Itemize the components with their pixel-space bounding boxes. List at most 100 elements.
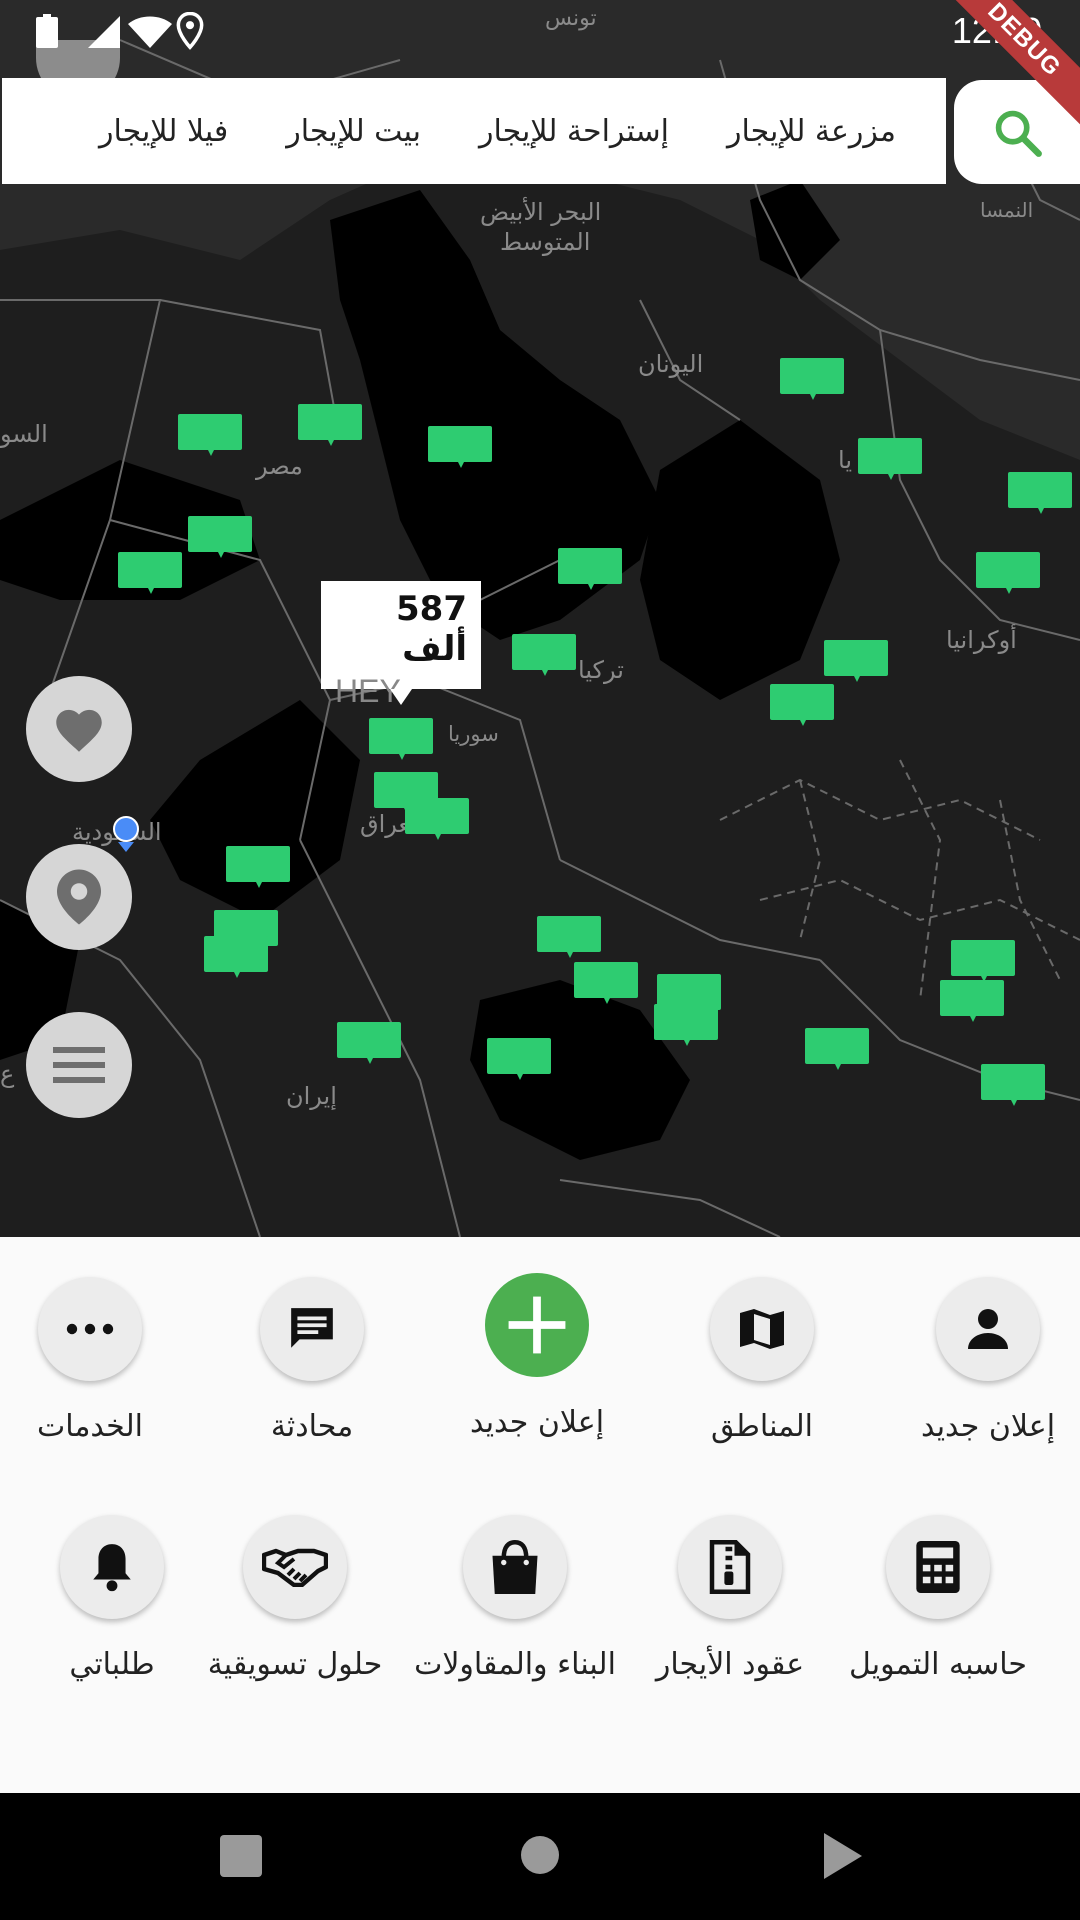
- map-marker[interactable]: [428, 426, 492, 468]
- tab-farm-rent[interactable]: مزرعة للإيجار: [727, 114, 896, 149]
- tab-rest-house-rent[interactable]: إستراحة للإيجار: [479, 114, 669, 149]
- map-marker[interactable]: [976, 552, 1040, 594]
- map-marker[interactable]: [118, 552, 182, 594]
- action-label: حلول تسويقية: [207, 1647, 383, 1682]
- map-marker[interactable]: [1008, 472, 1072, 514]
- cellular-signal-icon: [88, 16, 120, 48]
- status-bar: 12:30: [0, 0, 1080, 62]
- action-circle: [463, 1515, 567, 1619]
- actions-panel: إعلان جديد المناطق إعلان جديد محادثة الخ…: [0, 1237, 1080, 1793]
- calculator-icon: [916, 1541, 960, 1593]
- map-marker[interactable]: [512, 634, 576, 676]
- wifi-icon: [128, 16, 172, 48]
- map-label-syria: سوريا: [448, 722, 499, 746]
- recents-button-icon[interactable]: [220, 1835, 262, 1877]
- map-marker[interactable]: [204, 936, 268, 978]
- map-view[interactable]: تونس البحر الأبيض المتوسط اليونان مصر تر…: [0, 0, 1080, 1237]
- action-label: إعلان جديد: [920, 1409, 1056, 1444]
- map-marker[interactable]: [951, 940, 1015, 982]
- map-marker[interactable]: [226, 846, 290, 888]
- action-regions[interactable]: المناطق: [672, 1277, 852, 1444]
- action-add-listing[interactable]: إعلان جديد: [447, 1273, 627, 1440]
- map-label-iran: إيران: [286, 1082, 337, 1110]
- map-marker[interactable]: [940, 980, 1004, 1022]
- plus-icon: [508, 1296, 566, 1354]
- marker-info-popup[interactable]: 587 ألف HEY: [321, 581, 481, 709]
- user-location-arrow: [118, 842, 134, 852]
- map-label-egypt: مصر: [256, 452, 303, 480]
- map-marker[interactable]: [858, 438, 922, 480]
- heart-icon: [56, 709, 102, 752]
- action-circle: [243, 1515, 347, 1619]
- map-label-partial-3: ع: [0, 1060, 15, 1088]
- person-icon: [968, 1309, 1008, 1349]
- map-marker[interactable]: [487, 1038, 551, 1080]
- map-label-partial-2: يا: [838, 446, 852, 474]
- map-marker[interactable]: [405, 798, 469, 840]
- action-label: الخدمات: [36, 1409, 144, 1444]
- system-nav-bar: [0, 1793, 1080, 1920]
- map-marker[interactable]: [178, 414, 242, 456]
- popup-price: 587 ألف: [396, 589, 467, 669]
- map-marker[interactable]: [981, 1064, 1045, 1106]
- map-marker[interactable]: [298, 404, 362, 446]
- location-status-icon: [176, 12, 204, 50]
- shopping-bag-icon: [492, 1540, 538, 1594]
- action-label: البناء والمقاولات: [414, 1647, 616, 1682]
- tab-villa-rent[interactable]: فيلا للإيجار: [99, 114, 228, 149]
- map-marker[interactable]: [780, 358, 844, 400]
- bell-icon: [93, 1544, 131, 1592]
- action-rental-contracts[interactable]: عقود الأيجار: [640, 1515, 820, 1682]
- action-label: المناطق: [711, 1409, 813, 1444]
- map-marker[interactable]: [558, 548, 622, 590]
- map-marker[interactable]: [337, 1022, 401, 1064]
- favorites-button[interactable]: [26, 676, 132, 782]
- map-label-mediterranean-1: البحر الأبيض: [480, 198, 602, 226]
- battery-icon: [36, 14, 58, 48]
- back-button-icon[interactable]: [822, 1833, 862, 1879]
- action-circle: [260, 1277, 364, 1381]
- map-label-greece: اليونان: [638, 350, 704, 378]
- action-circle: [886, 1515, 990, 1619]
- tab-house-rent[interactable]: بيت للإيجار: [286, 114, 421, 149]
- action-construction[interactable]: البناء والمقاولات: [405, 1515, 625, 1682]
- action-finance-calculator[interactable]: حاسبه التمويل: [848, 1515, 1028, 1682]
- action-circle: [38, 1277, 142, 1381]
- map-label-mediterranean-2: المتوسط: [500, 228, 591, 256]
- action-services[interactable]: الخدمات: [0, 1277, 180, 1444]
- my-location-button[interactable]: [26, 844, 132, 950]
- action-circle: [485, 1273, 589, 1377]
- map-marker[interactable]: [537, 916, 601, 958]
- action-circle: [60, 1515, 164, 1619]
- action-label: إعلان جديد: [469, 1405, 605, 1440]
- map-marker[interactable]: [770, 684, 834, 726]
- popup-note: HEY: [335, 673, 401, 709]
- map-marker[interactable]: [824, 640, 888, 682]
- zip-file-icon: [709, 1540, 751, 1594]
- map-marker[interactable]: [654, 1004, 718, 1046]
- action-label: حاسبه التمويل: [849, 1647, 1027, 1682]
- handshake-icon: [262, 1548, 328, 1587]
- map-label-ukraine: أوكرانيا: [946, 626, 1017, 654]
- action-circle: [678, 1515, 782, 1619]
- action-chat[interactable]: محادثة: [222, 1277, 402, 1444]
- action-new-listing-person[interactable]: إعلان جديد: [898, 1277, 1078, 1444]
- user-location-dot: [113, 816, 139, 842]
- map-marker[interactable]: [188, 516, 252, 558]
- map-label-turkey: تركيا: [578, 656, 624, 684]
- menu-icon: [53, 1047, 105, 1083]
- action-marketing-solutions[interactable]: حلول تسويقية: [190, 1515, 400, 1682]
- action-label: محادثة: [270, 1409, 354, 1444]
- category-tabs: مزرعة للإيجار إستراحة للإيجار بيت للإيجا…: [2, 78, 946, 184]
- map-icon: [740, 1309, 784, 1349]
- map-marker-selected[interactable]: [369, 718, 433, 760]
- home-button-icon[interactable]: [520, 1835, 560, 1875]
- action-label: طلباتي: [69, 1647, 155, 1682]
- action-my-orders[interactable]: طلباتي: [22, 1515, 202, 1682]
- map-marker[interactable]: [805, 1028, 869, 1070]
- map-label-partial-1: السو: [0, 420, 48, 448]
- search-icon: [995, 110, 1042, 157]
- map-marker[interactable]: [574, 962, 638, 1004]
- action-label: عقود الأيجار: [655, 1647, 805, 1682]
- layers-menu-button[interactable]: [26, 1012, 132, 1118]
